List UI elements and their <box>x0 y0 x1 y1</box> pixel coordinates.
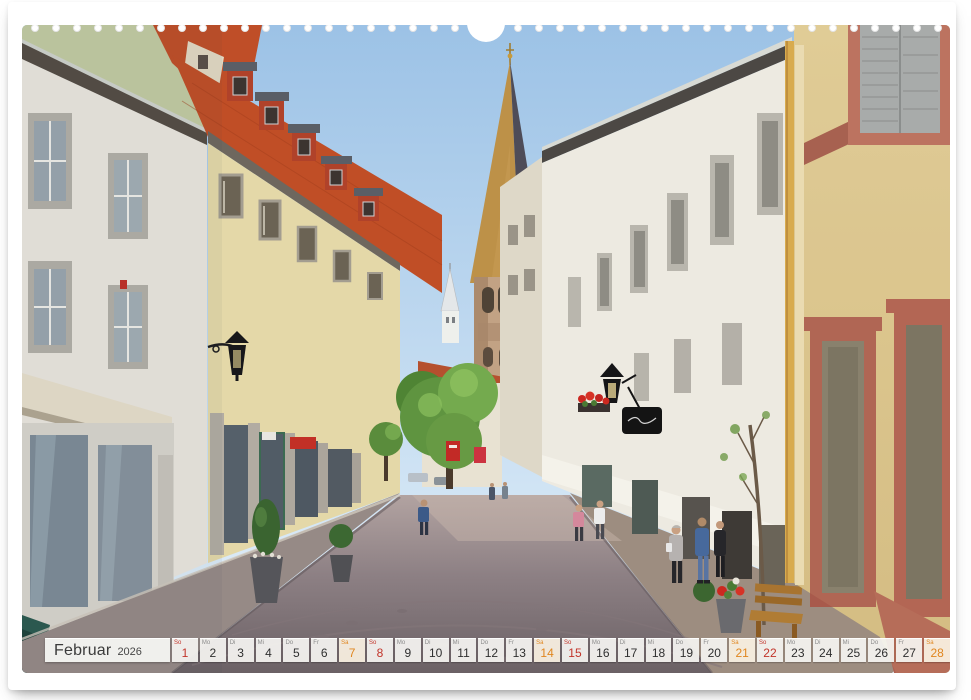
calendar-day-cell: Sa 28 <box>924 638 950 662</box>
product-mockup: Februar 2026 So 1 Mo 2 Di 3 Mi 4 Do 5 Fr… <box>0 0 971 700</box>
calendar-day-cell: Fr 27 <box>896 638 922 662</box>
year-label: 2026 <box>117 646 141 658</box>
day-num: 22 <box>757 646 783 660</box>
calendar-day-cell: So 1 <box>172 638 198 662</box>
calendar-day-cell: Mi 18 <box>646 638 672 662</box>
calendar-day-cell: Mo 9 <box>395 638 421 662</box>
day-num: 23 <box>785 646 811 660</box>
calendar-day-cell: Mo 23 <box>785 638 811 662</box>
day-num: 9 <box>395 646 421 660</box>
calendar-day-cell: Di 24 <box>813 638 839 662</box>
day-num: 26 <box>868 646 894 660</box>
calendar-strip: Februar 2026 So 1 Mo 2 Di 3 Mi 4 Do 5 Fr… <box>45 638 950 662</box>
day-num: 13 <box>506 646 532 660</box>
calendar-day-cell: Mi 4 <box>256 638 282 662</box>
calendar-day-cell: Sa 7 <box>339 638 365 662</box>
calendar-day-cell: Fr 13 <box>506 638 532 662</box>
day-num: 2 <box>200 646 226 660</box>
day-num: 27 <box>896 646 922 660</box>
calendar-day-cell: Do 19 <box>673 638 699 662</box>
month-label-box: Februar 2026 <box>45 638 170 662</box>
day-num: 14 <box>534 646 560 660</box>
calendar-day-cell: Sa 14 <box>534 638 560 662</box>
calendar-day-cell: Sa 21 <box>729 638 755 662</box>
day-num: 4 <box>256 646 282 660</box>
calendar-day-cell: Mo 2 <box>200 638 226 662</box>
day-num: 19 <box>673 646 699 660</box>
calendar-day-cell: Di 10 <box>423 638 449 662</box>
calendar-day-cell: So 15 <box>562 638 588 662</box>
calendar-day-cell: Fr 6 <box>311 638 337 662</box>
calendar-day-cell: Do 12 <box>478 638 504 662</box>
day-num: 7 <box>339 646 365 660</box>
day-num: 20 <box>701 646 727 660</box>
day-num: 10 <box>423 646 449 660</box>
calendar-day-cell: Do 26 <box>868 638 894 662</box>
day-num: 8 <box>367 646 393 660</box>
calendar-days-row: So 1 Mo 2 Di 3 Mi 4 Do 5 Fr 6 Sa 7 So 8 … <box>172 638 950 662</box>
street-scene-illustration <box>22 25 950 673</box>
day-num: 25 <box>841 646 867 660</box>
calendar-day-cell: Do 5 <box>283 638 309 662</box>
calendar-sheet: Februar 2026 So 1 Mo 2 Di 3 Mi 4 Do 5 Fr… <box>8 2 956 690</box>
calendar-day-cell: Di 17 <box>618 638 644 662</box>
calendar-day-cell: Mo 16 <box>590 638 616 662</box>
calendar-photo: Februar 2026 So 1 Mo 2 Di 3 Mi 4 Do 5 Fr… <box>22 25 950 673</box>
day-num: 3 <box>228 646 254 660</box>
calendar-day-cell: Di 3 <box>228 638 254 662</box>
day-num: 12 <box>478 646 504 660</box>
calendar-day-cell: So 8 <box>367 638 393 662</box>
day-num: 16 <box>590 646 616 660</box>
day-num: 11 <box>451 646 477 660</box>
day-num: 15 <box>562 646 588 660</box>
month-name: Februar <box>54 642 111 660</box>
day-num: 5 <box>283 646 309 660</box>
calendar-day-cell: Mi 11 <box>451 638 477 662</box>
day-num: 21 <box>729 646 755 660</box>
day-num: 6 <box>311 646 337 660</box>
day-num: 18 <box>646 646 672 660</box>
day-num: 17 <box>618 646 644 660</box>
calendar-day-cell: Mi 25 <box>841 638 867 662</box>
day-num: 28 <box>924 646 950 660</box>
calendar-day-cell: So 22 <box>757 638 783 662</box>
day-num: 1 <box>172 646 198 660</box>
calendar-day-cell: Fr 20 <box>701 638 727 662</box>
day-num: 24 <box>813 646 839 660</box>
